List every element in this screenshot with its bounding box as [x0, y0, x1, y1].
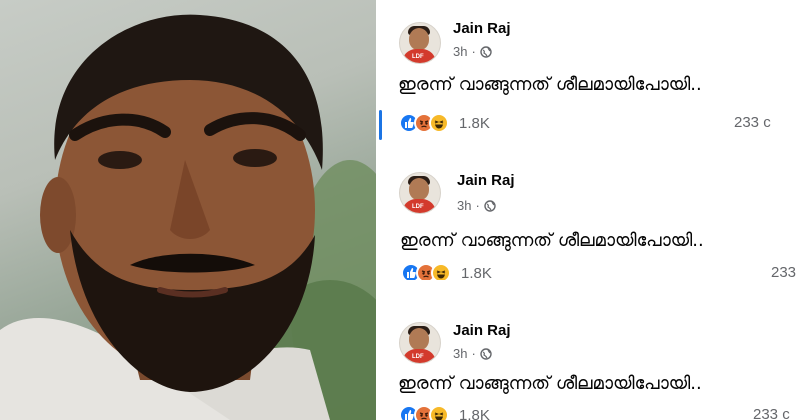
author-name[interactable]: Jain Raj [457, 172, 515, 189]
post-time[interactable]: 3h [453, 44, 467, 59]
avatar-tag: LDF [412, 204, 424, 210]
comment-count[interactable]: 233 c [734, 114, 771, 131]
reaction-count: 1.8K [459, 114, 490, 132]
reaction-summary[interactable]: 1.8K [399, 404, 490, 420]
author-avatar[interactable]: LDF [399, 22, 441, 64]
avatar-tag: LDF [412, 354, 424, 360]
haha-reaction-icon [429, 405, 449, 420]
globe-icon [480, 347, 492, 360]
portrait-illustration [0, 14, 376, 420]
author-avatar[interactable]: LDF [399, 172, 441, 214]
author-name[interactable]: Jain Raj [453, 20, 511, 37]
post-time[interactable]: 3h [453, 346, 467, 361]
post-meta: 3h · [453, 44, 492, 59]
avatar-tag: LDF [412, 54, 424, 60]
comment-count[interactable]: 233 c [753, 406, 790, 420]
reaction-summary[interactable]: 1.8K [401, 262, 492, 280]
reaction-count: 1.8K [461, 264, 492, 281]
post-text: ഇരന്ന് വാങ്ങുന്നത് ശീലമായിപോയി.. [400, 230, 704, 251]
post-text: ഇരന്ന് വാങ്ങുന്നത് ശീലമായിപോയി.. [398, 74, 702, 95]
haha-reaction-icon [429, 113, 449, 133]
post-text: ഇരന്ന് വാങ്ങുന്നത് ശീലമായിപോയി.. [398, 373, 702, 394]
haha-reaction-icon [431, 263, 451, 280]
globe-icon [484, 199, 496, 212]
post-card: LDF Jain Raj 3h · ഇരന്ന് വാങ്ങുന്നത് ശീല… [379, 140, 800, 280]
profile-photo [0, 0, 376, 420]
meta-separator: · [471, 346, 476, 361]
post-card: LDF Jain Raj 3h · ഇരന്ന് വാങ്ങുന്നത് ശീല… [379, 0, 800, 140]
reaction-count: 1.8K [459, 406, 490, 420]
post-meta: 3h · [457, 198, 496, 213]
post-card: LDF Jain Raj 3h · ഇരന്ന് വാങ്ങുന്നത് ശീല… [379, 280, 800, 420]
post-meta: 3h · [453, 346, 492, 361]
author-avatar[interactable]: LDF [399, 322, 441, 364]
meta-separator: · [475, 198, 480, 213]
post-feed: LDF Jain Raj 3h · ഇരന്ന് വാങ്ങുന്നത് ശീല… [379, 0, 800, 420]
post-accent-bar [379, 110, 382, 140]
globe-icon [480, 45, 492, 58]
meta-separator: · [471, 44, 476, 59]
post-time[interactable]: 3h [457, 198, 471, 213]
author-name[interactable]: Jain Raj [453, 322, 511, 339]
reaction-summary[interactable]: 1.8K [399, 112, 490, 134]
comment-count[interactable]: 233 [771, 264, 796, 280]
